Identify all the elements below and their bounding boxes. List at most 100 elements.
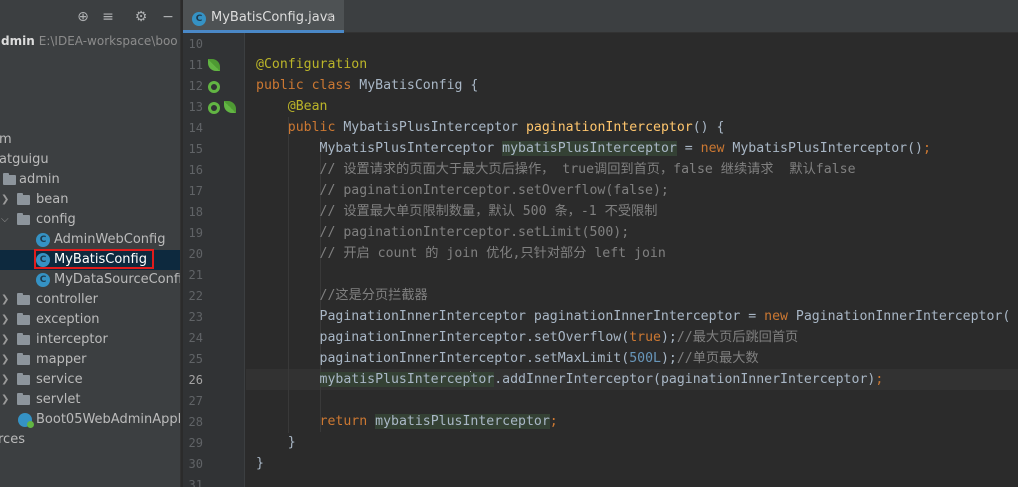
code-line-28: return mybatisPlusInterceptor; [256,411,558,432]
line-number: 25 [188,352,203,366]
semicolon-token: ; [549,414,558,429]
tree-item-controller[interactable]: ❯ controller [0,290,180,310]
type-token: MybatisPlusInterceptor [343,120,519,135]
tree-item-interceptor[interactable]: ❯ interceptor [0,330,180,350]
comment-token: //这是分页拦截器 [319,288,428,303]
brace-token: } [287,435,296,450]
tree-item-label: config [36,212,76,227]
line-number: 24 [188,331,203,345]
comment-token: // paginationInterceptor.setOverflow(fal… [319,183,669,198]
tree-item-bean[interactable]: ❯ bean [0,190,180,210]
code-line-19: // paginationInterceptor.setLimit(500); [256,222,630,243]
tree-item-admin[interactable]: admin [0,170,180,190]
code-text: ); [660,330,677,345]
collapse-icon[interactable]: ≡ [100,9,116,25]
tree-item-label: controller [36,292,99,307]
tree-item-servlet[interactable]: ❯ servlet [0,390,180,410]
line-number: 19 [188,226,203,240]
keyword-token: public [287,120,336,135]
tree-item-boot05webadminapplication[interactable]: Boot05WebAdminApplica [0,410,180,430]
semicolon-token: ; [875,372,884,387]
tree-item-m[interactable]: m [0,130,180,150]
tree-item-resources[interactable]: rces [0,430,180,450]
project-root[interactable]: dmin E:\IDEA-workspace\boo [0,31,180,51]
tree-item-label: atguigu [0,152,49,167]
code-line-20: // 开启 count 的 join 优化,只针对部分 left join [256,243,666,264]
code-line-26: mybatisPlusInterceptor.addInnerIntercept… [256,369,883,390]
class-icon: C [36,233,50,247]
code-line-23: PaginationInnerInterceptor paginationInn… [256,306,1011,327]
code-line-24: paginationInnerInterceptor.setOverflow(t… [256,327,799,348]
tree-item-mydatasourceconfig[interactable]: C MyDataSourceConfig [0,270,180,290]
tree-item-label: Boot05WebAdminApplica [36,412,180,427]
project-toolbar: ⊕ ≡ ⚙ − [0,0,180,33]
editor-gutter[interactable]: 10 11 12 13 14 15 16 17 18 19 20 21 22 2… [183,33,245,487]
class-icon: C [36,273,50,287]
code-line-18: // 设置最大单页限制数量，默认 500 条，-1 不受限制 [256,201,658,222]
spring-config-icon[interactable] [208,81,220,93]
code-editor[interactable]: @Configuration public class MyBatisConfi… [246,33,1018,487]
chevron-right-icon[interactable]: ❯ [1,370,11,390]
tree-item-adminwebconfig[interactable]: C AdminWebConfig [0,230,180,250]
code-line-16: // 设置请求的页面大于最大页后操作， true调回到首页，false 继续请求… [256,159,856,180]
line-number: 20 [188,247,203,261]
tab-mybatisconfig[interactable]: C MyBatisConfig.java × [183,0,344,33]
code-text: MybatisPlusInterceptor() [724,141,923,156]
line-number: 23 [188,310,203,324]
chevron-right-icon[interactable]: ❯ [1,310,11,330]
class-icon: C [192,12,206,26]
line-number: 29 [188,436,203,450]
chevron-right-icon[interactable]: ❯ [1,390,11,410]
comment-token: //单页最大数 [676,351,759,366]
annotation-token: @Bean [287,99,328,114]
code-text: = [676,141,701,156]
line-number: 30 [188,457,203,471]
code-text: () { [692,120,725,135]
tree-item-service[interactable]: ❯ service [0,370,180,390]
line-number: 16 [188,163,203,177]
line-number: 27 [188,394,203,408]
project-root-name: dmin [1,34,35,48]
code-line-15: MybatisPlusInterceptor mybatisPlusInterc… [256,138,931,159]
minimize-icon[interactable]: − [160,9,176,25]
chevron-right-icon[interactable]: ❯ [1,290,11,310]
line-number: 21 [188,268,203,282]
folder-icon [17,393,30,405]
close-icon[interactable]: × [325,10,335,24]
line-number: 13 [188,100,203,114]
tab-title: MyBatisConfig.java [211,10,336,25]
tree-item-label: exception [36,312,100,327]
folder-icon [17,293,30,305]
tree-item-atguigu[interactable]: atguigu [0,150,180,170]
chevron-right-icon[interactable]: ❯ [1,330,11,350]
spring-bean-icon[interactable] [224,101,236,113]
folder-icon [17,373,30,385]
chevron-right-icon[interactable]: ❯ [1,350,11,370]
line-number: 14 [188,121,203,135]
keyword-token: public [256,78,304,93]
code-line-25: paginationInnerInterceptor.setMaxLimit(5… [256,348,759,369]
spring-bean-icon[interactable] [208,59,220,71]
run-gutter-icon[interactable] [208,102,220,114]
chevron-right-icon[interactable]: ❯ [1,190,11,210]
chevron-down-icon[interactable]: ⌵ [1,210,11,230]
gear-icon[interactable]: ⚙ [133,9,149,25]
semicolon-token: ; [922,141,931,156]
code-line-30: } [256,453,264,474]
folder-icon [17,213,30,225]
code-text: .addInnerInterceptor(paginationInnerInte… [494,372,876,387]
code-line-17: // paginationInterceptor.setOverflow(fal… [256,180,669,201]
tree-item-label: bean [36,192,69,207]
line-number: 17 [188,184,203,198]
tree-item-label: service [36,372,83,387]
comment-token: // 设置最大单页限制数量，默认 500 条，-1 不受限制 [319,204,658,219]
code-line-29: } [256,432,296,453]
tree-item-mapper[interactable]: ❯ mapper [0,350,180,370]
code-text: paginationInnerInterceptor.setOverflow( [319,330,630,345]
code-line-13: @Bean [256,96,328,117]
spring-boot-app-icon [18,413,34,428]
tree-item-config[interactable]: ⌵ config [0,210,180,230]
target-icon[interactable]: ⊕ [75,9,91,25]
code-line-22: //这是分页拦截器 [256,285,428,306]
tree-item-exception[interactable]: ❯ exception [0,310,180,330]
